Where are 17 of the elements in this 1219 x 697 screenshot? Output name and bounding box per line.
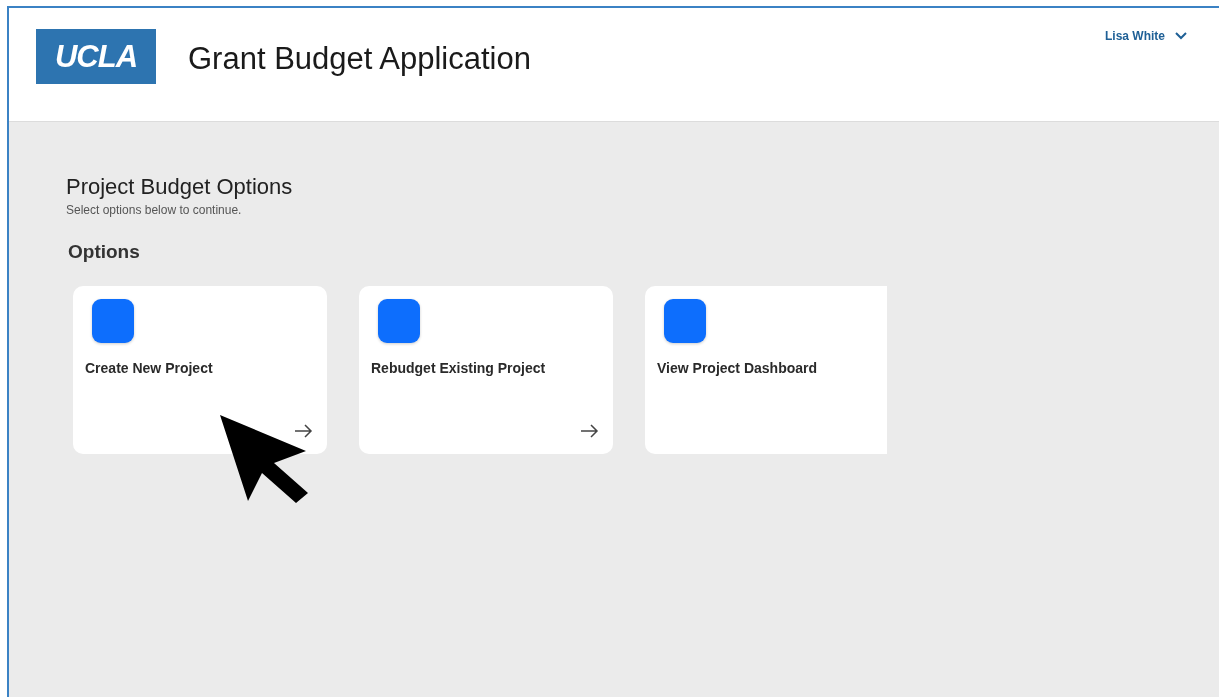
logo: UCLA [36,29,156,84]
option-icon [378,299,420,343]
option-card[interactable]: View Project Dashboard [645,286,887,454]
option-card[interactable]: Rebudget Existing Project [359,286,613,454]
user-menu[interactable]: Lisa White [1103,27,1189,45]
chevron-down-icon [1175,32,1187,40]
page-subtitle: Select options below to continue. [66,203,243,217]
option-icon [664,299,706,343]
option-label: View Project Dashboard [657,360,818,376]
mouse-pointer-icon [218,413,310,505]
page-title: Project Budget Options [66,174,294,200]
option-label: Rebudget Existing Project [371,360,547,376]
option-label: Create New Project [85,360,214,376]
option-icon [92,299,134,343]
section-heading: Options [68,241,141,263]
app-title: Grant Budget Application [188,41,531,77]
option-card[interactable]: Create New Project [73,286,327,454]
